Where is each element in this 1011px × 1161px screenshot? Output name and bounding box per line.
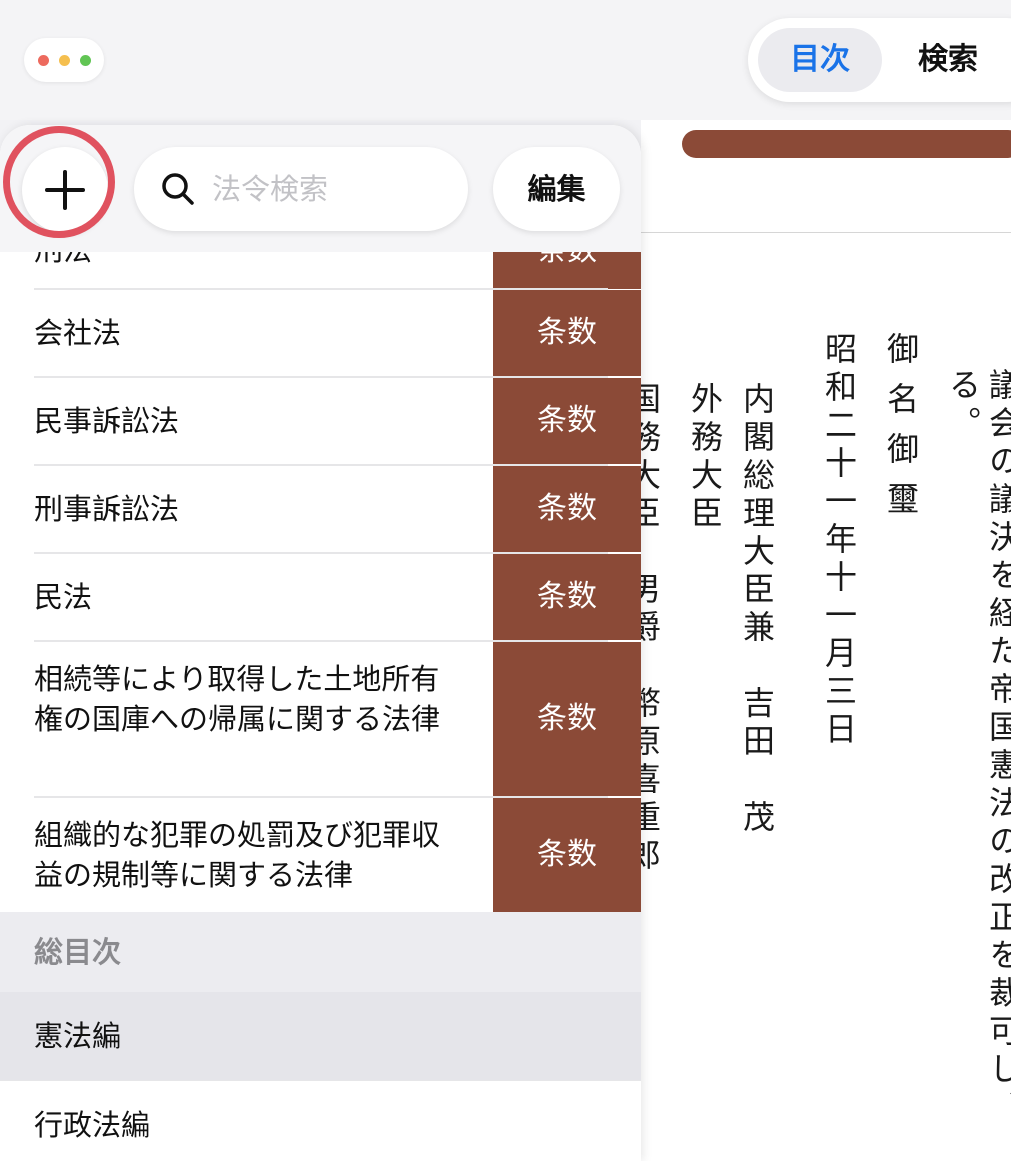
document-column: 昭和二十一年十一月三日 [820, 332, 858, 750]
article-count-button[interactable]: 条数 [493, 252, 641, 289]
document-view: 議会の議決を経た帝国憲法の改正を裁可し、 る。 御名御璽 昭和二十一年十一月三日… [641, 120, 1011, 1161]
law-name: 刑事訴訟法 [34, 492, 180, 526]
top-bar: 目次 検索 [0, 0, 1011, 120]
highlight-ring [3, 126, 115, 238]
list-item[interactable]: 組織的な犯罪の処罰及び犯罪収益の規制等に関する法律 条数 [0, 798, 641, 912]
document-divider [641, 232, 1011, 233]
list-item[interactable]: 民法 条数 [0, 554, 641, 640]
panel-header: 法令検索 編集 [0, 125, 641, 252]
law-name: 民法 [34, 580, 93, 614]
list-item[interactable]: 会社法 条数 [0, 290, 641, 376]
article-count-button[interactable]: 条数 [493, 642, 641, 796]
list-item[interactable]: 民事訴訟法 条数 [0, 378, 641, 464]
document-column: 内閣総理大臣兼 吉田 茂 [738, 382, 776, 838]
document-column: る。 [944, 368, 982, 444]
article-count-button[interactable]: 条数 [493, 554, 641, 640]
document-progress-bar [682, 130, 1011, 158]
law-list-panel: 法令検索 編集 刑法 条数 会社法 条数 民事訴訟法 条数 刑事訴訟法 条数 民… [0, 125, 641, 1161]
document-column: 国務大臣 男爵 幣原喜重郎 [641, 382, 662, 876]
law-name: 会社法 [34, 316, 122, 350]
view-segmented-control: 目次 検索 [748, 18, 1011, 102]
document-column: 議会の議決を経た帝国憲法の改正を裁可し、 [984, 368, 1011, 1128]
article-count-button[interactable]: 条数 [493, 378, 641, 464]
window-controls[interactable] [24, 38, 104, 82]
law-search-field[interactable]: 法令検索 [134, 147, 468, 231]
list-item[interactable]: 刑法 条数 [0, 252, 641, 289]
search-icon [162, 173, 194, 205]
toc-item-label: 憲法編 [34, 1019, 122, 1053]
law-name: 刑法 [34, 252, 92, 270]
document-column: 外務大臣 [686, 382, 724, 534]
document-column: 御名御璽 [882, 332, 920, 532]
toc-item-label: 行政法編 [34, 1108, 151, 1142]
toc-item-constitution[interactable]: 憲法編 [0, 992, 641, 1080]
close-dot-icon[interactable] [37, 54, 49, 66]
search-placeholder: 法令検索 [212, 172, 329, 206]
law-list[interactable]: 刑法 条数 会社法 条数 民事訴訟法 条数 刑事訴訟法 条数 民法 条数 相続等… [0, 252, 641, 912]
section-title: 総目次 [34, 935, 122, 969]
law-name: 相続等により取得した土地所有権の国庫への帰属に関する法律 [34, 662, 441, 736]
article-count-button[interactable]: 条数 [493, 290, 641, 376]
section-header: 総目次 [0, 912, 641, 992]
article-count-button[interactable]: 条数 [493, 798, 641, 912]
zoom-dot-icon[interactable] [79, 54, 91, 66]
list-item[interactable]: 刑事訴訟法 条数 [0, 466, 641, 552]
toc-item-administrative-law[interactable]: 行政法編 [0, 1080, 641, 1161]
list-item[interactable]: 相続等により取得した土地所有権の国庫への帰属に関する法律 条数 [0, 642, 641, 796]
minimize-dot-icon[interactable] [58, 54, 70, 66]
tab-search[interactable]: 検索 [898, 28, 998, 92]
law-name: 組織的な犯罪の処罰及び犯罪収益の規制等に関する法律 [34, 818, 441, 892]
article-count-button[interactable]: 条数 [493, 466, 641, 552]
edit-button[interactable]: 編集 [493, 147, 620, 231]
tab-table-of-contents[interactable]: 目次 [758, 28, 882, 92]
law-name: 民事訴訟法 [34, 404, 180, 438]
